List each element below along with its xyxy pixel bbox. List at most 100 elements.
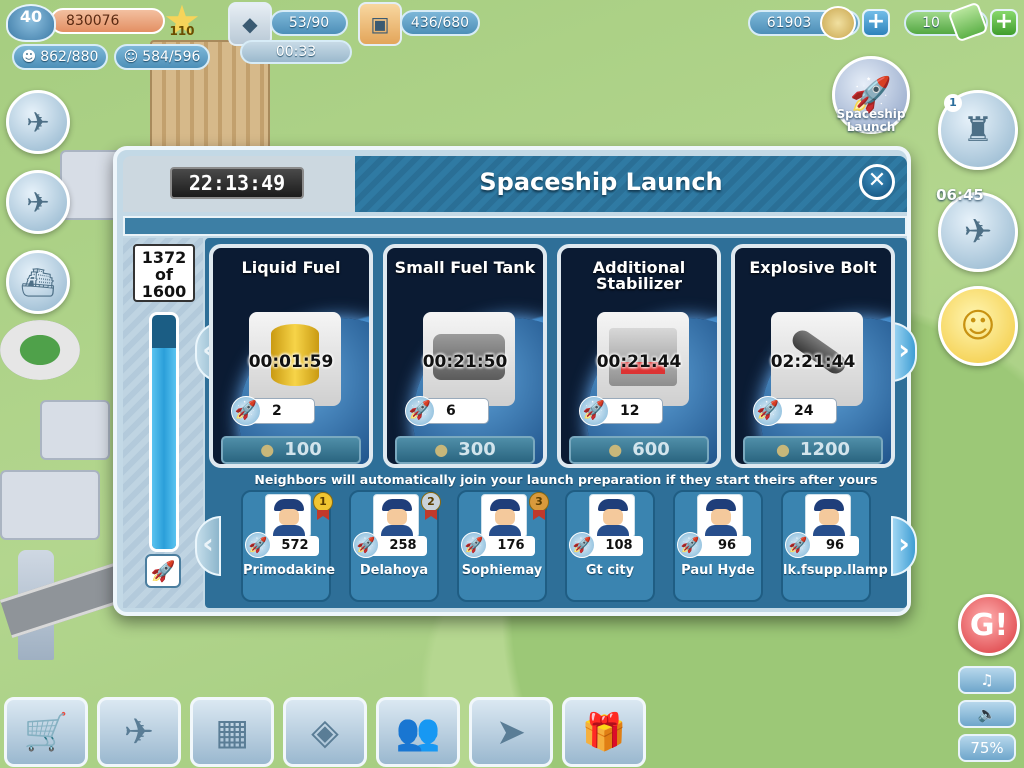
avatar [481,494,527,539]
neighbor-name: Primodakine [243,563,336,578]
rocket-icon: 🚀 [405,396,435,426]
part-timer: 00:01:59 [248,352,334,372]
workers-counter[interactable]: ☺ 584/596 [114,44,210,70]
avatar [805,494,851,539]
spaceship-launch-label: Spaceship Launch [836,107,906,134]
add-bucks-button[interactable]: + [990,9,1018,37]
part-card[interactable]: Explosive Bolt 02:21:44 24 🚀 ● 1200 [731,244,895,468]
rocket-icon: 🚀 [785,532,811,558]
buy-part-button[interactable]: ● 100 [221,436,361,464]
population-counter[interactable]: ☻ 862/880 [12,44,108,70]
neighbor-card[interactable]: 1 572 🚀 Primodakine [241,490,336,602]
modal-title: Spaceship Launch [479,168,723,196]
buy-part-button[interactable]: ● 600 [569,436,709,464]
fuel-counter[interactable]: 53/90 [270,10,348,36]
winter-building[interactable] [40,400,110,460]
neighbor-card[interactable]: 96 🚀 lk.fsupp.llamp [781,490,888,602]
smiley-happiness-icon[interactable]: ☺ [938,286,1018,366]
bucks-value: 10 [922,15,940,31]
spaceship-launch-modal: 22:13:49 Spaceship Launch ✕ 1372 of 1600… [113,146,917,616]
rocket-icon: 🚀 [579,396,609,426]
game-center-icon[interactable]: G! [958,594,1020,656]
rocket-icon: 🚀 [461,532,487,558]
progress-total: 1600 [141,282,187,301]
launch-progress-count: 1372 of 1600 [133,244,195,302]
cargo-counter[interactable]: 436/680 [400,10,480,36]
modal-timer-area: 22:13:49 [123,156,355,212]
boat-icon[interactable]: ⛴ [6,250,70,314]
rocket-icon: 🚀 [569,532,595,558]
level-badge[interactable]: 40 [6,4,56,42]
buy-part-button[interactable]: ● 300 [395,436,535,464]
flight-timer: 06:45 [936,186,984,204]
modal-sub-bar [123,216,907,236]
launch-progress-bar [149,312,179,552]
launch-progress-fill [152,348,176,549]
music-toggle-button[interactable]: ♫ [958,666,1016,694]
star-icon[interactable]: ★ 110 [160,0,204,42]
progress-of: of [155,265,173,284]
add-coins-button[interactable]: + [862,9,890,37]
part-name: Additional Stabilizer [592,258,686,293]
workers-value: 584/596 [142,49,201,65]
treasure-chest-icon[interactable]: ◈ [283,697,367,767]
population-icon: ☻ [21,49,37,65]
neighbors-note: Neighbors will automatically join your l… [254,472,878,487]
storage-crate-icon[interactable]: ▦ [190,697,274,767]
part-card[interactable]: Additional Stabilizer 00:21:44 12 🚀 ● 600 [557,244,721,468]
part-name: Small Fuel Tank [394,258,536,277]
zoom-level-button[interactable]: 75% [958,734,1016,762]
helicopter-icon[interactable]: ✈ [6,90,70,154]
workers-icon: ☺ [123,49,139,65]
neighbor-name: Sophiemay [461,563,543,578]
medal-ribbon [533,510,545,520]
send-arrow-icon[interactable]: ➤ [469,697,553,767]
population-value: 862/880 [40,49,99,65]
neighbor-name: Delahoya [359,563,429,578]
neighbor-card[interactable]: 108 🚀 Gt city [565,490,655,602]
part-name: Explosive Bolt [749,258,877,277]
neighbor-name: Gt city [585,563,635,578]
coin-icon: ● [775,440,790,459]
rank-medal-icon: 1 [313,492,333,520]
stadium-building[interactable] [0,320,80,380]
rocket-icon: 🚀 [231,396,261,426]
xp-bar: 830076 [50,8,165,34]
cargo-suitcase-icon[interactable]: ▣ [358,2,402,46]
shop-cart-icon[interactable]: 🛒 [4,697,88,767]
avatar [265,494,311,539]
rocket-icon: 🚀 [353,532,379,558]
gift-icon[interactable]: 🎁 [562,697,646,767]
part-timer: 00:21:50 [422,352,508,372]
friends-icon[interactable]: 👥 [376,697,460,767]
hangar-building[interactable] [0,470,100,540]
neighbor-card[interactable]: 2 258 🚀 Delahoya [349,490,441,602]
neighbor-name: lk.fsupp.llamp [783,563,888,578]
sound-mute-button[interactable]: 🔈 [958,700,1016,728]
neighbor-card[interactable]: 3 176 🚀 Sophiemay [457,490,549,602]
coins-value: 61903 [766,15,812,31]
rocket-icon: 🚀 [145,554,181,588]
coin-icon [820,6,856,40]
coin-icon: ● [608,440,623,459]
avatar [373,494,419,539]
neighbor-name: Paul Hyde [681,563,755,578]
neighbor-card[interactable]: 96 🚀 Paul Hyde [673,490,763,602]
launch-progress-panel: 1372 of 1600 🚀 [123,238,203,608]
airplane-shop-icon[interactable]: ✈ [6,170,70,234]
part-name: Liquid Fuel [241,258,341,277]
rank-medal-icon: 2 [421,492,441,520]
avatar [697,494,743,539]
part-price: 600 [632,439,670,460]
close-button[interactable]: ✕ [859,164,895,200]
part-card[interactable]: Small Fuel Tank 00:21:50 6 🚀 ● 300 [383,244,547,468]
part-timer: 02:21:44 [770,352,856,372]
buy-part-button[interactable]: ● 1200 [743,436,883,464]
rocket-icon: 🚀 [245,532,271,558]
medal-rank: 1 [313,492,333,512]
planes-icon[interactable]: ✈ [97,697,181,767]
part-card[interactable]: Liquid Fuel 00:01:59 2 🚀 ● 100 [209,244,373,468]
part-price: 100 [284,439,322,460]
flight-plane-icon[interactable]: ✈ [938,192,1018,272]
fuel-timer: 00:33 [240,40,352,64]
